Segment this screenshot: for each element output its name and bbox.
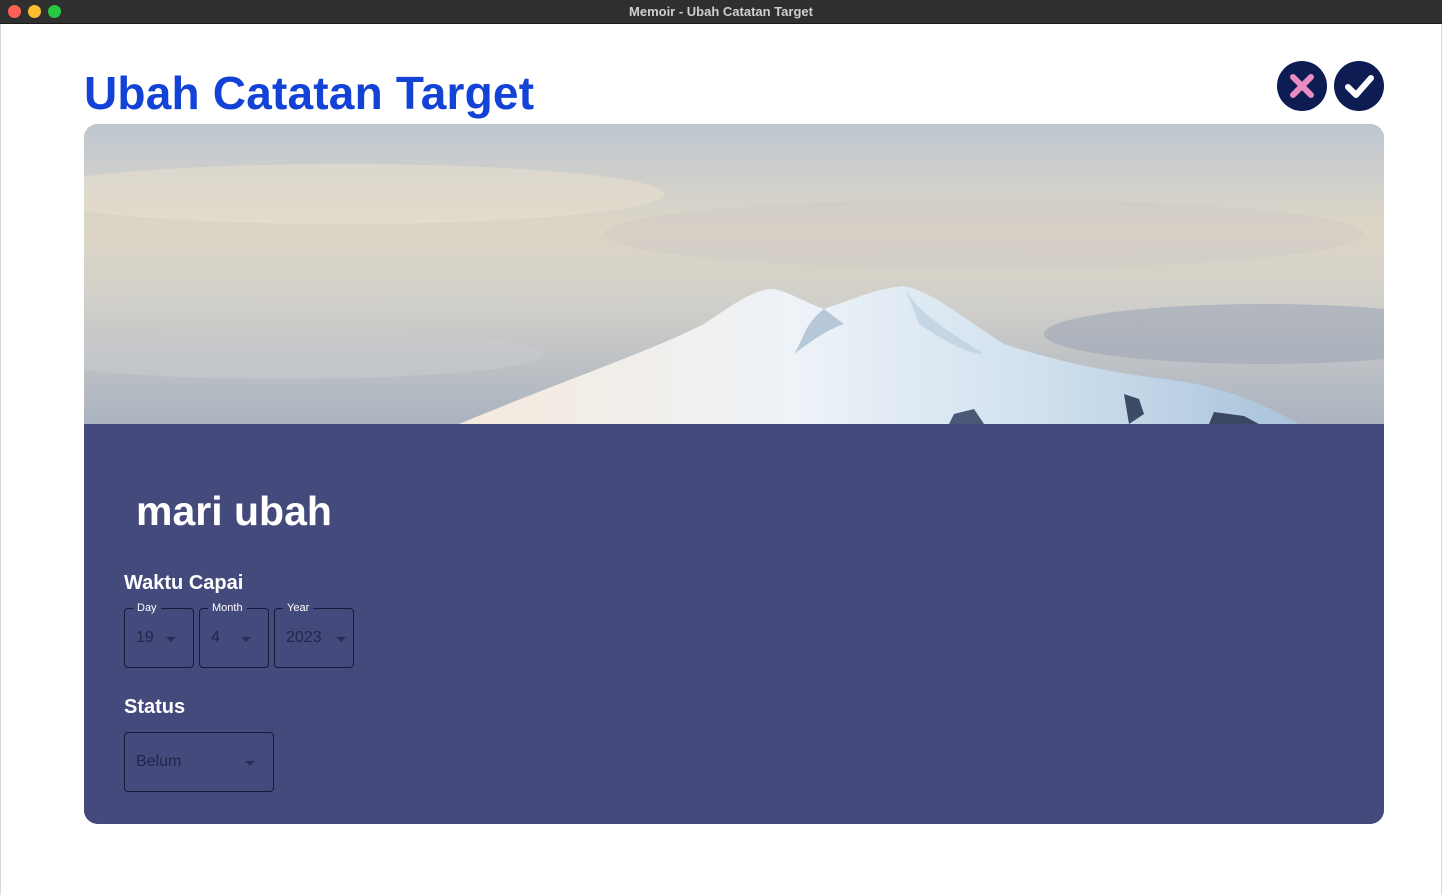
page-title: Ubah Catatan Target [84, 67, 535, 119]
status-dropdown[interactable]: Belum [124, 732, 274, 792]
check-icon [1345, 75, 1374, 98]
year-dropdown-label: Year [283, 601, 314, 615]
month-dropdown[interactable]: Month 4 [199, 601, 269, 668]
window-titlebar: Memoir - Ubah Catatan Target [0, 0, 1442, 24]
form-panel: Waktu Capai Day 19 Month 4 Year 2023 Sta… [84, 424, 1384, 824]
chevron-down-icon [166, 637, 176, 642]
day-dropdown[interactable]: Day 19 [124, 601, 194, 668]
year-dropdown-value: 2023 [286, 629, 322, 646]
year-dropdown[interactable]: Year 2023 [274, 601, 354, 668]
close-icon [1290, 74, 1314, 98]
cancel-button[interactable] [1277, 61, 1327, 111]
month-dropdown-value: 4 [211, 629, 220, 646]
day-dropdown-value: 19 [136, 629, 154, 646]
day-dropdown-label: Day [133, 601, 161, 615]
month-dropdown-label: Month [208, 601, 247, 615]
status-label: Status [124, 696, 186, 718]
target-card: Waktu Capai Day 19 Month 4 Year 2023 Sta… [84, 124, 1384, 824]
banner-image [84, 124, 1384, 424]
chevron-down-icon [336, 637, 346, 642]
window-title: Memoir - Ubah Catatan Target [629, 4, 813, 19]
save-button[interactable] [1334, 61, 1384, 111]
time-label: Waktu Capai [124, 572, 244, 594]
mountain-illustration [84, 124, 1384, 424]
chevron-down-icon [241, 637, 251, 642]
status-dropdown-value: Belum [136, 753, 182, 770]
chevron-down-icon [245, 761, 255, 766]
note-title-input[interactable] [136, 488, 836, 535]
